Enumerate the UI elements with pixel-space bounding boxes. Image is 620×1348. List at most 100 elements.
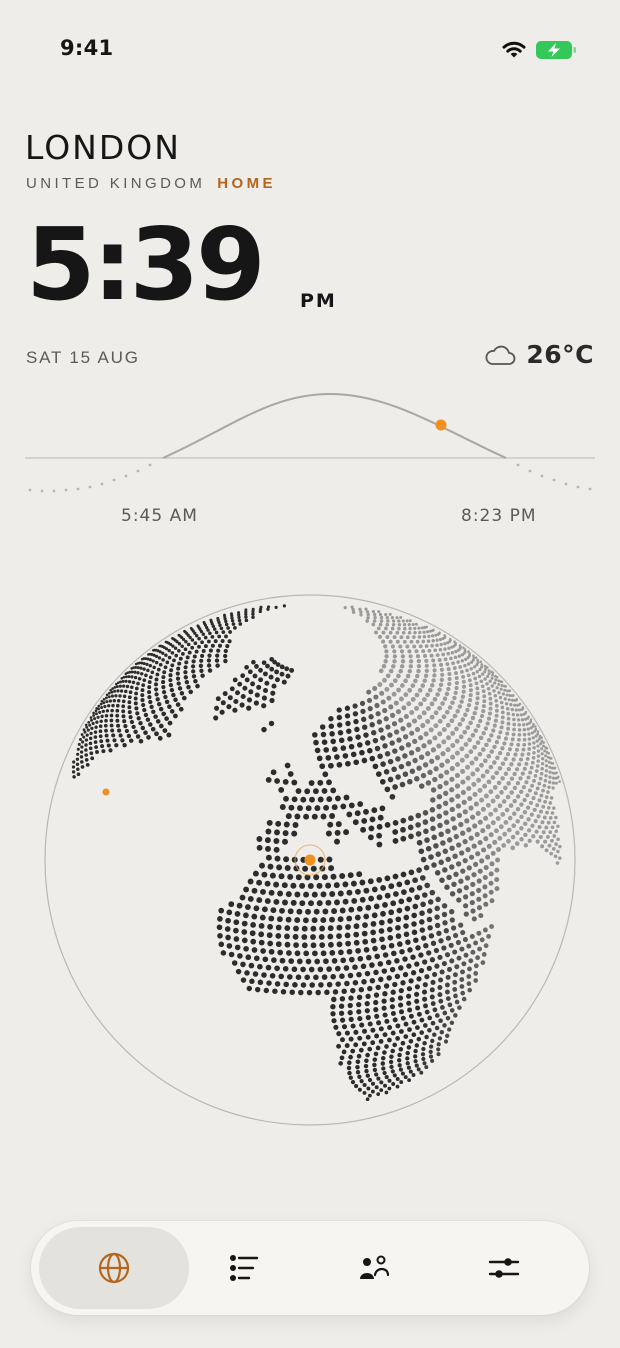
land-dot (144, 673, 148, 678)
land-dot (244, 618, 249, 623)
land-dot (431, 634, 435, 638)
land-dot (435, 638, 439, 642)
land-dot (370, 921, 377, 927)
land-dot (473, 963, 479, 969)
tab-globe[interactable] (39, 1227, 189, 1309)
land-dot (98, 710, 102, 714)
land-dot (382, 743, 388, 749)
land-dot (517, 708, 521, 712)
land-dot (372, 945, 378, 952)
land-dot (167, 648, 171, 653)
land-dot (161, 685, 166, 690)
land-dot (555, 861, 560, 865)
land-dot (486, 674, 490, 678)
land-dot (382, 1032, 388, 1038)
land-dot (465, 668, 469, 673)
land-dot (518, 757, 524, 762)
land-dot (348, 1075, 353, 1080)
land-dot (362, 922, 368, 928)
land-dot (267, 940, 274, 947)
land-dot (474, 767, 480, 773)
location-marker-secondary (102, 788, 110, 796)
land-dot (441, 961, 447, 967)
tab-settings[interactable] (429, 1227, 579, 1309)
land-dot (387, 776, 394, 783)
land-dot (512, 811, 517, 816)
land-dot (220, 639, 225, 643)
land-dot (294, 950, 301, 957)
tab-list[interactable] (169, 1227, 319, 1309)
land-dot (454, 772, 460, 778)
land-dot (430, 940, 437, 946)
land-dot (136, 671, 140, 675)
land-dot (459, 984, 465, 989)
land-dot (449, 797, 455, 803)
land-dot (370, 1027, 376, 1033)
land-dot (421, 710, 427, 716)
land-dot (354, 1084, 359, 1089)
land-dot (430, 787, 437, 793)
land-dot (347, 1002, 353, 1009)
land-dot (188, 635, 192, 640)
land-dot (458, 878, 464, 884)
land-dot (314, 747, 321, 754)
land-dot (212, 627, 217, 631)
land-dot (503, 785, 508, 791)
land-dot (416, 1067, 421, 1072)
land-dot (336, 1031, 342, 1037)
land-dot (371, 807, 378, 814)
land-dot (374, 745, 381, 752)
land-dot (400, 654, 406, 659)
land-dot (166, 732, 172, 738)
land-dot (406, 1000, 412, 1006)
land-dot (135, 734, 141, 739)
land-dot (511, 823, 517, 829)
land-dot (146, 668, 150, 673)
land-dot (384, 1090, 389, 1095)
land-dot (413, 1059, 418, 1064)
land-dot (153, 682, 159, 687)
land-dot (365, 904, 372, 911)
land-dot (385, 673, 391, 679)
land-dot (122, 694, 127, 699)
land-dot (546, 805, 551, 810)
land-dot (457, 721, 463, 727)
land-dot (420, 856, 427, 863)
land-dot (415, 812, 422, 819)
land-dot (366, 697, 373, 703)
land-dot (466, 785, 472, 792)
land-dot (502, 741, 507, 746)
world-globe[interactable] (40, 592, 580, 1132)
land-dot (330, 1011, 336, 1017)
land-dot (412, 903, 419, 910)
land-dot (240, 693, 246, 700)
land-dot (529, 726, 533, 730)
land-dot (469, 900, 475, 906)
land-dot (393, 891, 399, 897)
land-dot (306, 989, 313, 996)
tab-people[interactable] (299, 1227, 449, 1309)
land-dot (234, 911, 241, 917)
land-dot (375, 984, 381, 991)
land-dot (338, 1003, 345, 1009)
land-dot (423, 1003, 428, 1009)
land-dot (85, 725, 89, 729)
land-dot (427, 1015, 433, 1021)
land-dot (556, 849, 560, 854)
land-dot (449, 845, 455, 851)
land-dot (442, 848, 449, 855)
land-dot (258, 667, 263, 673)
land-dot (316, 900, 323, 907)
night-curve-left (28, 463, 152, 493)
land-dot (337, 916, 344, 923)
land-dot (410, 696, 416, 702)
land-dot (169, 687, 175, 693)
land-dot (536, 749, 541, 753)
land-dot (454, 680, 459, 686)
land-dot (437, 992, 443, 998)
land-dot (290, 899, 297, 906)
land-dot (463, 663, 467, 668)
land-dot (415, 639, 420, 644)
land-dot (271, 683, 277, 689)
people-icon (360, 1255, 390, 1279)
